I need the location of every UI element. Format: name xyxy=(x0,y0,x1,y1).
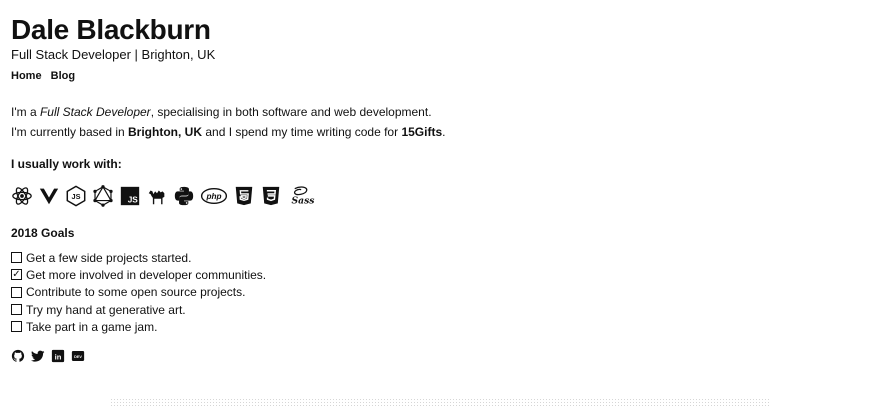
intro-text: I'm a Full Stack Developer, specialising… xyxy=(11,102,851,142)
goal-label: Try my hand at generative art. xyxy=(26,302,186,317)
react-icon xyxy=(11,185,33,207)
python-icon xyxy=(173,185,195,207)
main-nav: Home Blog xyxy=(11,69,851,83)
goal-label: Contribute to some open source projects. xyxy=(26,285,246,300)
goal-checkbox[interactable] xyxy=(11,252,22,264)
twitter-icon[interactable] xyxy=(31,349,45,363)
nodejs-icon: JS xyxy=(65,185,87,207)
goal-label: Get more involved in developer communiti… xyxy=(26,267,267,282)
dev-icon[interactable]: DEV xyxy=(71,349,85,363)
css3-icon xyxy=(260,185,282,207)
graphql-icon xyxy=(92,185,114,207)
goal-item: Contribute to some open source projects. xyxy=(11,284,851,301)
tech-icons: JS JS php Sass xyxy=(11,184,851,208)
company-text: 15Gifts xyxy=(401,125,443,139)
goal-item: Try my hand at generative art. xyxy=(11,301,851,318)
check-icon: ✓ xyxy=(12,269,21,281)
nav-blog-link[interactable]: Blog xyxy=(51,70,75,82)
linkedin-icon[interactable]: in xyxy=(51,349,65,363)
goal-item: ✓ Get more involved in developer communi… xyxy=(11,266,851,283)
intro-text-fragment: I'm a xyxy=(11,105,40,119)
goal-checkbox[interactable] xyxy=(11,286,22,298)
javascript-icon: JS xyxy=(119,185,141,207)
github-icon[interactable] xyxy=(11,349,25,363)
goals-list: Get a few side projects started. ✓ Get m… xyxy=(11,249,851,335)
svg-text:JS: JS xyxy=(72,192,81,201)
goal-label: Take part in a game jam. xyxy=(26,319,158,334)
bottom-dotted-divider xyxy=(110,398,770,408)
goal-checkbox[interactable] xyxy=(11,304,22,316)
php-icon: php xyxy=(200,185,228,207)
tech-title: I usually work with: xyxy=(11,157,122,171)
php-label: php xyxy=(205,192,221,201)
html5-icon xyxy=(233,185,255,207)
intro-text-fragment: I'm currently based in xyxy=(11,125,129,139)
social-links: in DEV xyxy=(11,349,851,363)
role-text: Full Stack Developer xyxy=(39,105,151,119)
intro-text-fragment: and I spend my time writing code for xyxy=(202,125,402,139)
perl-camel-icon xyxy=(146,185,168,207)
dev-label: DEV xyxy=(74,355,82,359)
linkedin-label: in xyxy=(55,353,62,362)
intro-line-2: I'm currently based in Brighton, UK and … xyxy=(11,122,851,142)
goal-checkbox[interactable] xyxy=(11,321,22,333)
intro-text-fragment: , specialising in both software and web … xyxy=(150,105,432,119)
js-label: JS xyxy=(128,195,139,204)
intro-text-fragment: . xyxy=(442,125,446,139)
goals-title: 2018 Goals xyxy=(11,226,75,240)
sass-icon: Sass xyxy=(287,185,319,207)
goal-label: Get a few side projects started. xyxy=(26,250,192,265)
page-title: Dale Blackburn xyxy=(11,14,211,45)
vue-icon xyxy=(38,185,60,207)
goal-item: Take part in a game jam. xyxy=(11,318,851,335)
goal-item: Get a few side projects started. xyxy=(11,249,851,266)
page-content: Dale Blackburn Full Stack Developer | Br… xyxy=(11,12,851,363)
page-subtitle: Full Stack Developer | Brighton, UK xyxy=(11,47,216,62)
sass-label: Sass xyxy=(292,195,315,206)
location-text: Brighton, UK xyxy=(128,125,203,139)
goal-checkbox[interactable]: ✓ xyxy=(11,269,22,281)
intro-line-1: I'm a Full Stack Developer, specialising… xyxy=(11,102,851,122)
nav-home-link[interactable]: Home xyxy=(11,70,42,82)
